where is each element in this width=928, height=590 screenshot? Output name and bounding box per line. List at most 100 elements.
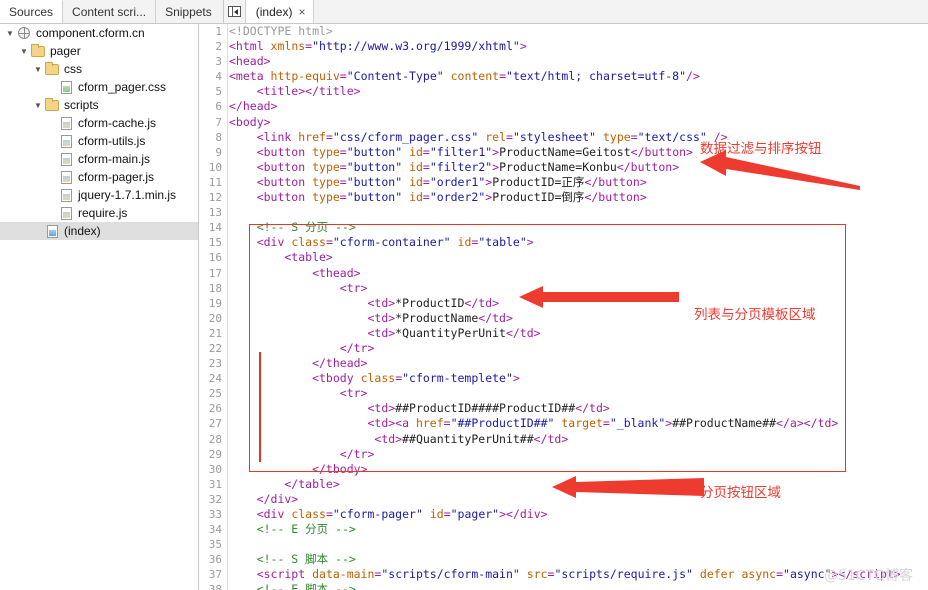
- code-line[interactable]: <tbody class="cform-templete">: [229, 371, 928, 386]
- line-number: 34: [208, 523, 222, 537]
- code-line[interactable]: </table>: [229, 477, 928, 492]
- code-line[interactable]: [229, 537, 928, 552]
- tree-item[interactable]: ▼ scripts: [0, 96, 198, 114]
- css-file-icon: [58, 80, 74, 94]
- code-token: </tr>: [229, 446, 375, 461]
- twisty-expanded-icon[interactable]: ▼: [4, 29, 16, 38]
- twisty-expanded-icon[interactable]: ▼: [32, 65, 44, 74]
- tree-item[interactable]: require.js: [0, 204, 198, 222]
- code-token: />: [686, 69, 700, 84]
- sidebar-collapse-icon[interactable]: [224, 0, 246, 23]
- code-token: id: [429, 507, 444, 521]
- code-line[interactable]: <div class="cform-pager" id="pager"></di…: [229, 507, 928, 522]
- code-line[interactable]: [229, 205, 928, 220]
- code-token: <td>: [229, 431, 403, 446]
- twisty-expanded-icon[interactable]: ▼: [18, 47, 30, 56]
- tree-item[interactable]: jquery-1.7.1.min.js: [0, 186, 198, 204]
- code-token: "filter1": [429, 144, 493, 159]
- code-line[interactable]: <tr>: [229, 281, 928, 296]
- code-line[interactable]: <thead>: [229, 266, 928, 281]
- tree-item[interactable]: cform-pager.js: [0, 168, 198, 186]
- tree-item-label: cform-cache.js: [78, 116, 157, 130]
- line-number: 15: [208, 236, 222, 250]
- code-line[interactable]: <td>##ProductID####ProductID##</td>: [229, 401, 928, 416]
- code-line[interactable]: </tr>: [229, 447, 928, 462]
- tree-item[interactable]: cform-utils.js: [0, 132, 198, 150]
- code-line[interactable]: <div class="cform-container" id="table">: [229, 235, 928, 250]
- code-token: </div>: [229, 491, 299, 506]
- code-line[interactable]: <!-- S 脚本 -->: [229, 552, 928, 567]
- tree-item[interactable]: cform-main.js: [0, 150, 198, 168]
- code-line[interactable]: </tbody>: [229, 462, 928, 477]
- code-line[interactable]: <!-- E 分页 -->: [229, 522, 928, 537]
- code-line[interactable]: </tr>: [229, 341, 928, 356]
- code-token: ></script>: [831, 567, 901, 582]
- code-line[interactable]: <body>: [229, 115, 928, 130]
- tree-item[interactable]: cform-cache.js: [0, 114, 198, 132]
- tab-sources[interactable]: Sources: [0, 0, 64, 23]
- code-line[interactable]: <link href="css/cform_pager.css" rel="st…: [229, 130, 928, 145]
- code-token: </a></td>: [776, 416, 839, 431]
- code-token: ProductID=倒序: [492, 190, 585, 205]
- code-line[interactable]: <button type="button" id="filter1">Produ…: [229, 145, 928, 160]
- code-token: type: [312, 144, 340, 159]
- code-token: =: [339, 190, 347, 205]
- code-token: </button>: [616, 159, 680, 174]
- code-line[interactable]: <td>*ProductName</td>: [229, 311, 928, 326]
- code-token: </head>: [229, 99, 278, 114]
- tree-item[interactable]: ▼ pager: [0, 42, 198, 60]
- code-editor[interactable]: 1 2 3 4 5 6 7 8 9 10 11 12 13 14 15 16 17 18 19 20 21 22 23 24 2…: [200, 24, 928, 590]
- line-number: 35: [208, 538, 222, 552]
- code-token: "order1": [429, 174, 486, 189]
- tree-item[interactable]: cform_pager.css: [0, 78, 198, 96]
- code-line[interactable]: <button type="button" id="order2">Produc…: [229, 190, 928, 205]
- tree-item[interactable]: ▼ css: [0, 60, 198, 78]
- code-token: *ProductID: [395, 295, 465, 310]
- line-number: 32: [208, 492, 222, 506]
- code-line[interactable]: <td>*ProductID</td>: [229, 296, 928, 311]
- tab-content-scripts[interactable]: Content scri...: [63, 0, 157, 23]
- code-line[interactable]: <tr>: [229, 386, 928, 401]
- code-line[interactable]: <title></title>: [229, 84, 928, 99]
- close-icon[interactable]: ×: [298, 6, 305, 18]
- code-line[interactable]: <!DOCTYPE html>: [229, 24, 928, 39]
- code-line[interactable]: <meta http-equiv="Content-Type" content=…: [229, 69, 928, 84]
- tab-snippets[interactable]: Snippets: [156, 0, 221, 23]
- tree-item[interactable]: (index): [0, 222, 198, 240]
- code-token: <button: [229, 144, 313, 159]
- line-number: 36: [208, 553, 222, 567]
- code-token: <td>: [229, 401, 396, 416]
- line-number: 9: [215, 145, 222, 159]
- code-line[interactable]: <button type="button" id="filter2">Produ…: [229, 160, 928, 175]
- code-content[interactable]: <!DOCTYPE html> <html xmlns="http://www.w…: [229, 24, 928, 590]
- code-line[interactable]: <head>: [229, 54, 928, 69]
- code-token: </button>: [630, 144, 693, 159]
- code-token: class: [291, 235, 326, 250]
- twisty-expanded-icon[interactable]: ▼: [32, 101, 44, 110]
- file-navigator-sidebar[interactable]: ▼ component.cform.cn ▼ pager ▼ css cform_pager…: [0, 24, 199, 590]
- file-tab-index[interactable]: (index) ×: [245, 0, 315, 23]
- tree-item[interactable]: ▼ component.cform.cn: [0, 24, 198, 42]
- code-line[interactable]: <button type="button" id="order1">Produc…: [229, 175, 928, 190]
- code-line[interactable]: <script data-main = "scripts/cform-main" s…: [229, 567, 928, 582]
- line-number: 14: [208, 221, 222, 235]
- code-line[interactable]: <!-- E 脚本 -->: [229, 582, 928, 590]
- html-doc-icon: [44, 224, 60, 238]
- code-line[interactable]: <table>: [229, 250, 928, 265]
- code-token: </td>: [464, 295, 500, 310]
- code-token: ProductName=Geitost: [499, 144, 631, 159]
- code-line[interactable]: <td>*QuantityPerUnit</td>: [229, 326, 928, 341]
- code-line[interactable]: <td><a href="##ProductID##" target="_bla…: [229, 416, 928, 431]
- code-line[interactable]: <td>##QuantityPerUnit##</td>: [229, 432, 928, 447]
- code-line[interactable]: </div>: [229, 492, 928, 507]
- tab-content-scripts-label: Content scri...: [72, 4, 147, 19]
- code-line[interactable]: <html xmlns="http://www.w3.org/1999/xhtm…: [229, 39, 928, 54]
- code-line[interactable]: </thead>: [229, 356, 928, 371]
- code-line[interactable]: <!-- S 分页 -->: [229, 220, 928, 235]
- code-token: id: [457, 235, 472, 250]
- tree-item-label: pager: [50, 44, 81, 58]
- code-token: <td>: [229, 325, 396, 340]
- line-number: 33: [208, 508, 222, 521]
- code-token: ##ProductID####ProductID##: [395, 401, 576, 416]
- code-line[interactable]: </head>: [229, 99, 928, 114]
